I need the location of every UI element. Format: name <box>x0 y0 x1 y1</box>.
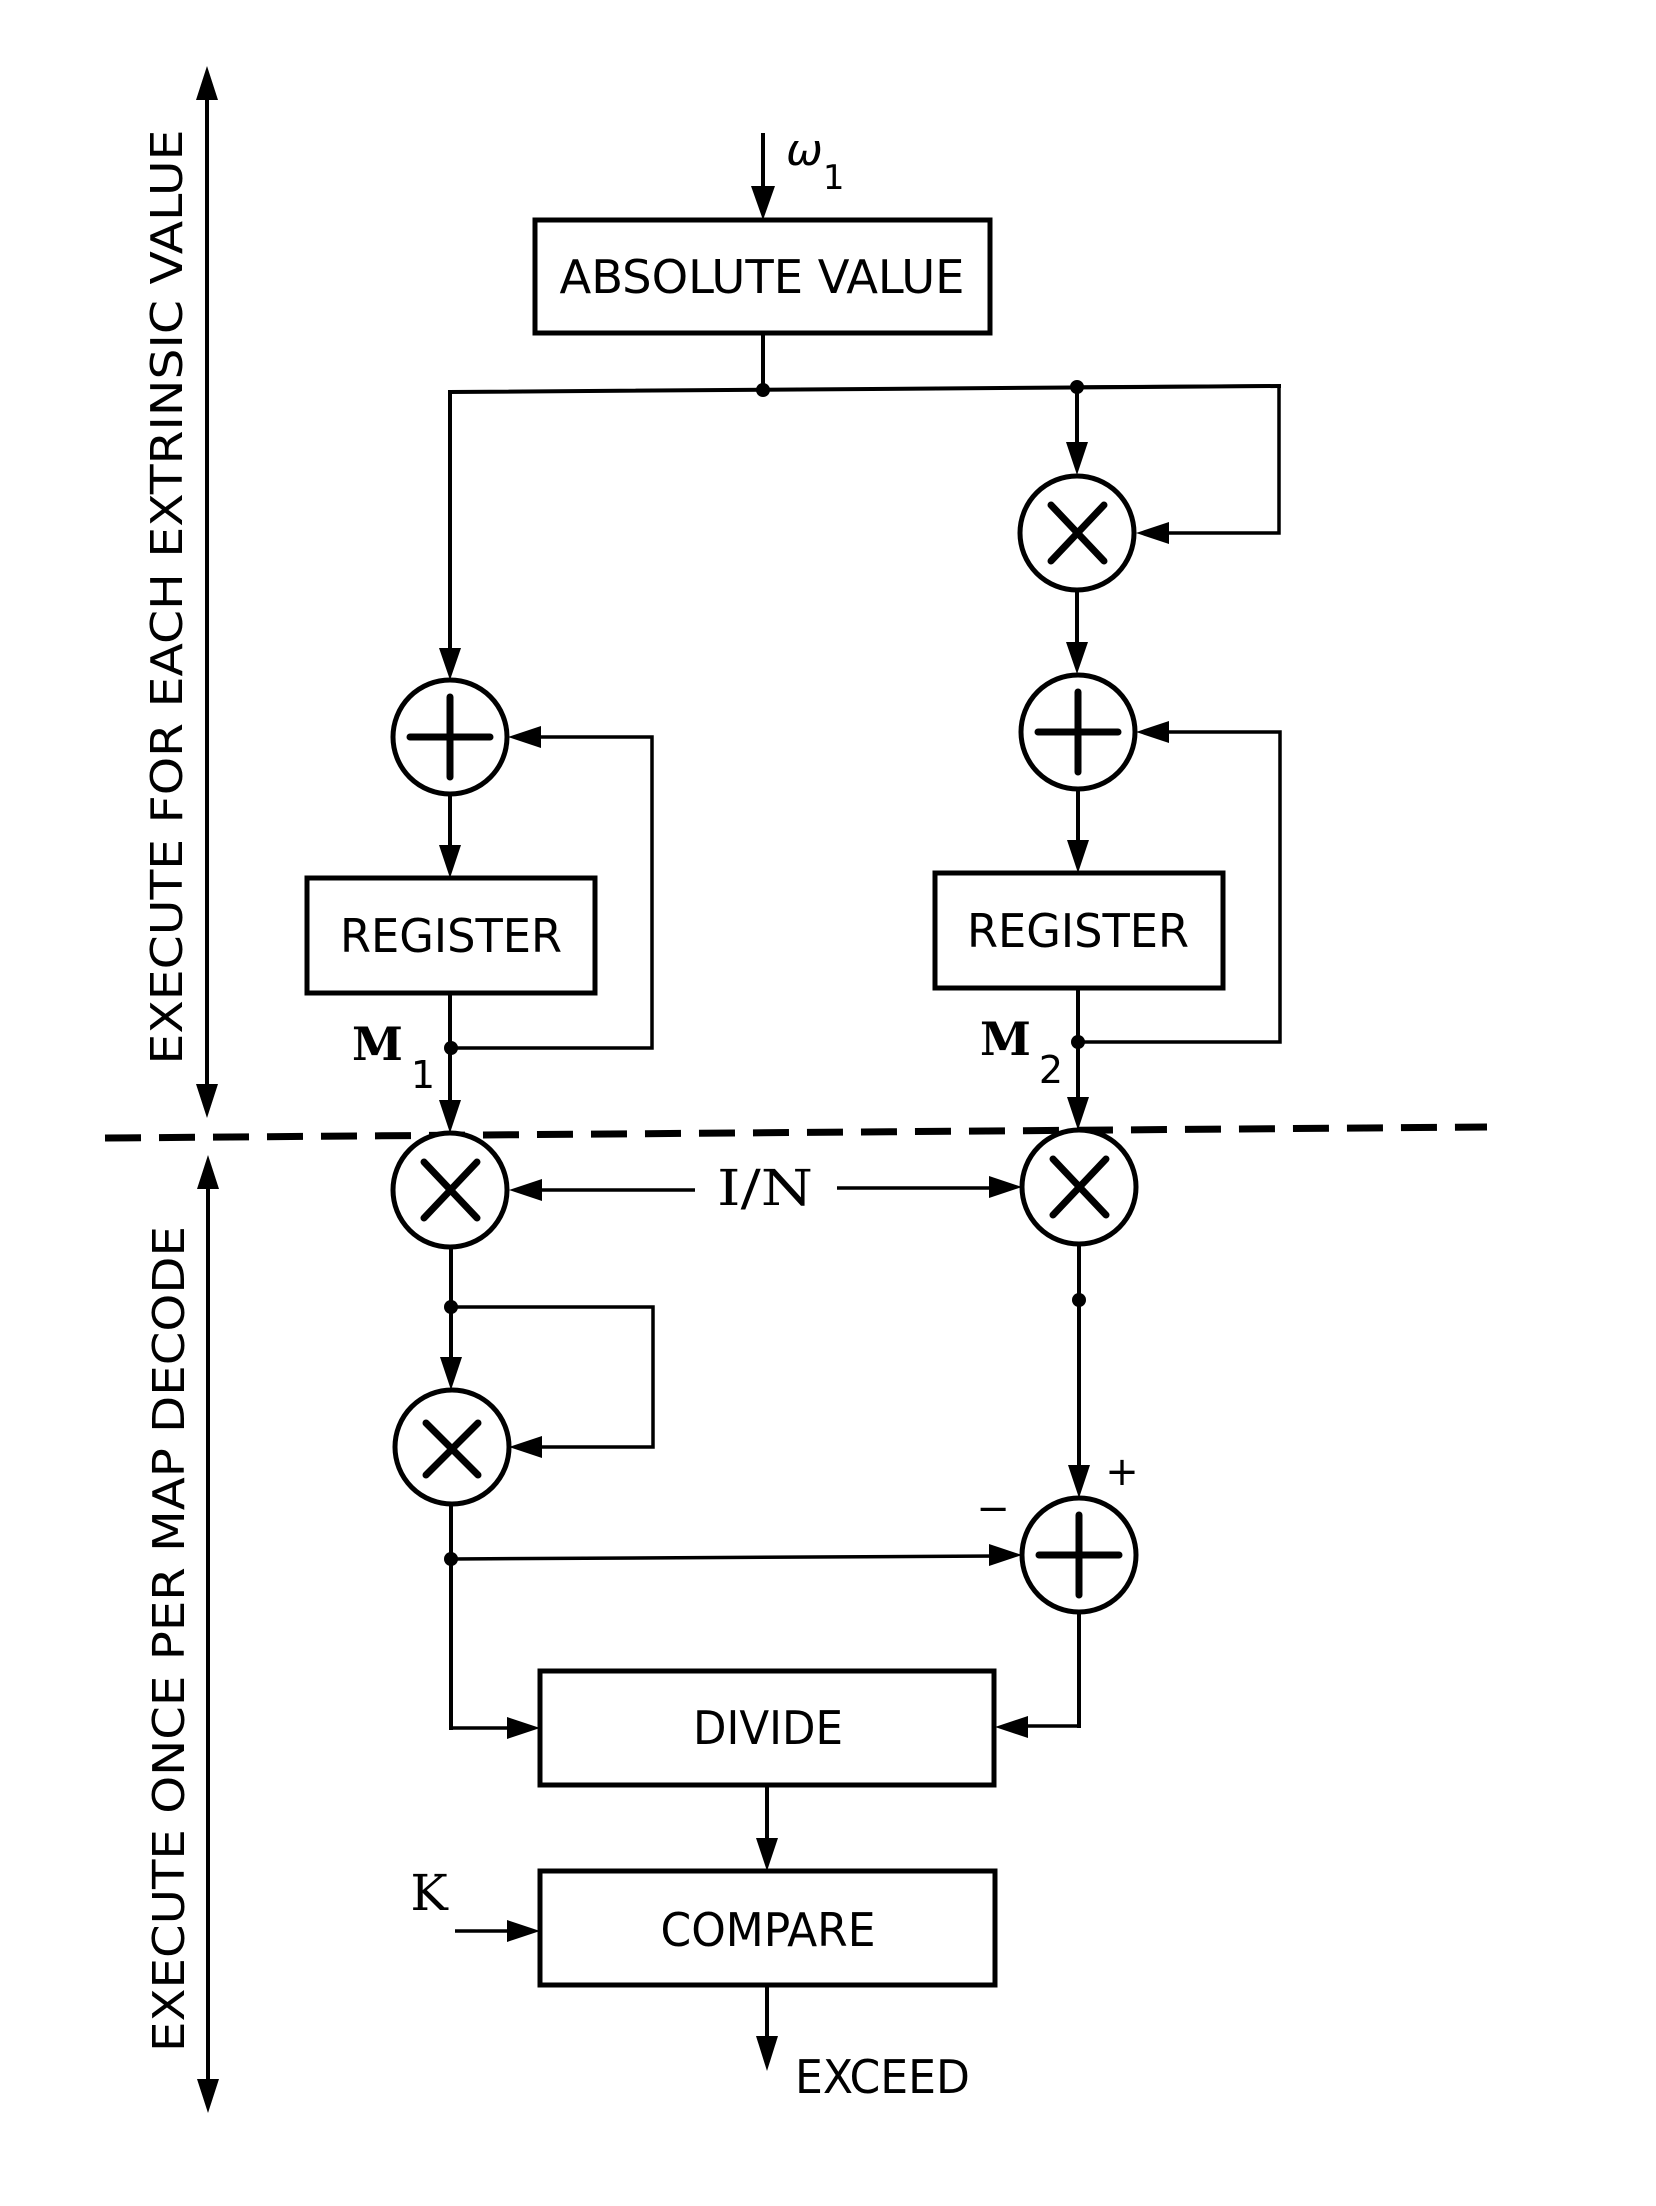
junction-dot <box>1072 1293 1086 1307</box>
arrowhead-down-icon <box>440 1357 462 1390</box>
adder-1 <box>390 677 510 797</box>
arrowhead-right-icon <box>507 1717 540 1739</box>
arrowhead-down-icon <box>1067 1097 1089 1130</box>
input-label: ω1 <box>786 125 845 198</box>
register-2-label: REGISTER <box>967 904 1189 958</box>
arrowhead-down-icon <box>439 648 461 680</box>
arrowhead-up-icon <box>197 1155 219 1189</box>
arrowhead-down-icon <box>439 1100 461 1133</box>
arrowhead-left-icon <box>508 726 541 748</box>
phase-label-upper: EXECUTE FOR EACH EXTRINSIC VALUE <box>142 130 193 1065</box>
phase-arrow-lower <box>197 1155 219 2113</box>
arrowhead-right-icon <box>989 1176 1022 1198</box>
plus-sign: + <box>1105 1449 1139 1495</box>
register-1-label: REGISTER <box>340 909 562 963</box>
phase-divider <box>104 1123 1488 1142</box>
multiplier-scale-2 <box>1019 1127 1139 1247</box>
arrowhead-down-icon <box>197 2079 219 2113</box>
arrowhead-left-icon <box>509 1179 542 1201</box>
arrowhead-up-icon <box>196 66 218 100</box>
m1-label: M1 <box>352 1017 435 1097</box>
block-diagram: EXECUTE FOR EACH EXTRINSIC VALUE EXECUTE… <box>104 66 1488 2113</box>
m2-label: M2 <box>980 1012 1063 1092</box>
threshold-label: K <box>410 1864 449 1922</box>
divide-label: DIVIDE <box>693 1701 843 1755</box>
exceed-output-label: EXCEED <box>795 2050 970 2104</box>
subtractor <box>1019 1495 1139 1615</box>
arrowhead-left-icon <box>995 1716 1028 1738</box>
phase-arrow-upper <box>196 66 218 1118</box>
adder-2 <box>1018 672 1138 792</box>
arrowhead-down-icon <box>439 845 461 878</box>
arrowhead-left-icon <box>509 1436 542 1458</box>
compare-label: COMPARE <box>661 1903 876 1957</box>
scale-label: I/N <box>717 1159 813 1217</box>
arrowhead-down-icon <box>196 1084 218 1118</box>
multiplier-square-2 <box>392 1387 512 1507</box>
multiplier-scale-1 <box>390 1130 510 1250</box>
absolute-value-label: ABSOLUTE VALUE <box>560 250 965 304</box>
arrowhead-down-icon <box>756 1838 778 1871</box>
multiplier-square-1 <box>1017 473 1137 593</box>
arrowhead-down-icon <box>1066 642 1088 674</box>
arrowhead-down-icon <box>1067 840 1089 873</box>
phase-label-lower: EXECUTE ONCE PER MAP DECODE <box>144 1226 195 2052</box>
minus-sign: − <box>976 1486 1010 1532</box>
arrowhead-down-icon <box>1068 1465 1090 1498</box>
junction-dot <box>756 383 770 397</box>
arrowhead-left-icon <box>1136 721 1169 743</box>
arrowhead-left-icon <box>1136 522 1169 544</box>
arrowhead-right-icon <box>507 1920 540 1942</box>
arrowhead-down-icon <box>1066 442 1088 475</box>
arrowhead-down-icon <box>751 186 775 220</box>
arrowhead-right-icon <box>989 1544 1022 1566</box>
arrowhead-down-icon <box>756 2036 778 2071</box>
